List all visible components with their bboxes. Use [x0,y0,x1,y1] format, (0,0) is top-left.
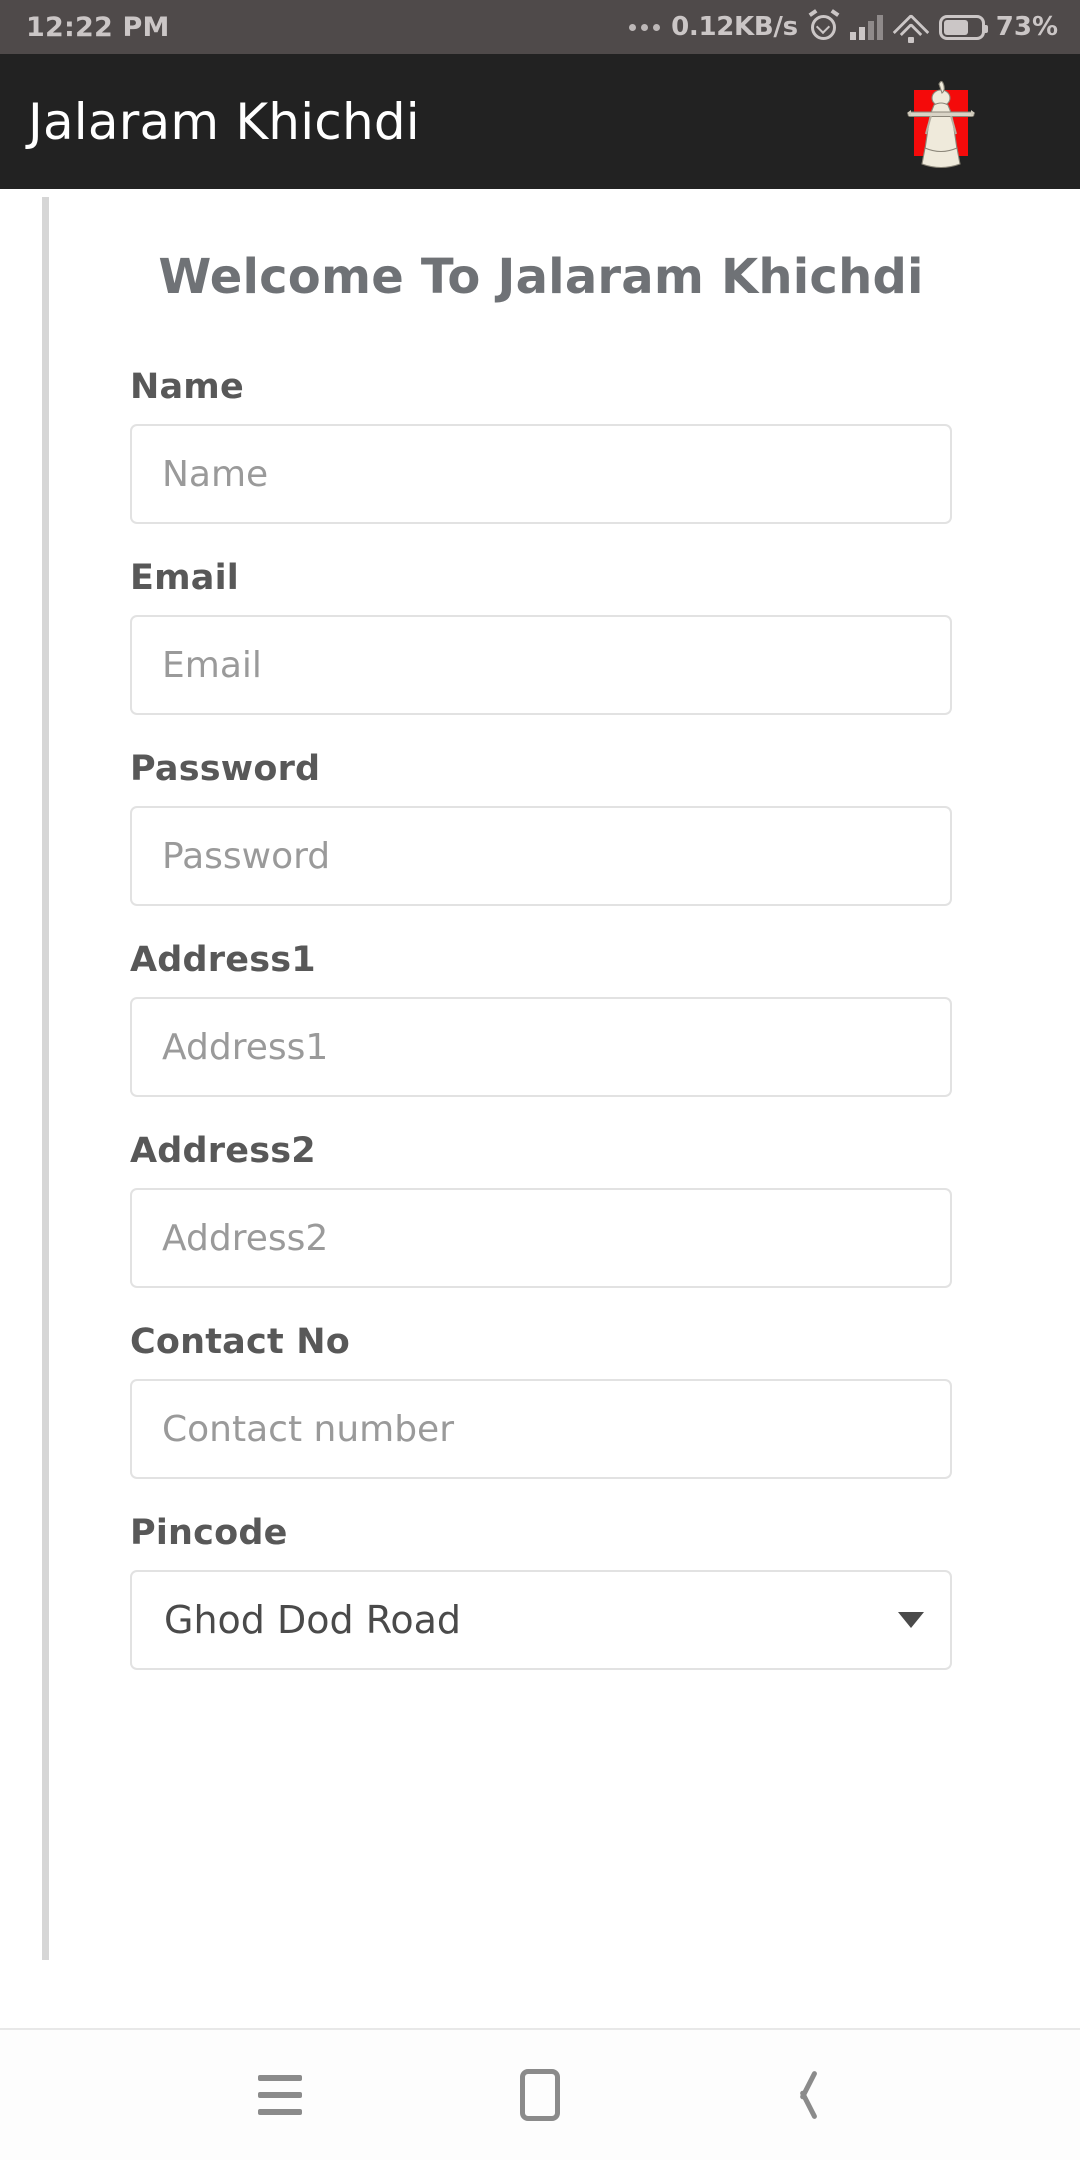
recents-button[interactable] [225,2040,335,2150]
app-title: Jalaram Khichdi [28,92,420,151]
battery-percent-text: 73% [995,12,1058,42]
field-pincode: Pincode Ghod Dod Road [130,1513,952,1670]
content-area: Welcome To Jalaram Khichdi Name Email Pa… [0,189,1080,2030]
field-address2: Address2 [130,1131,952,1288]
jalaram-bapa-logo-icon [906,72,976,172]
password-input[interactable] [130,806,952,906]
home-icon [520,2069,560,2121]
field-name: Name [130,367,952,524]
pincode-select-shell: Ghod Dod Road [130,1570,952,1670]
phone-screen: 12:22 PM 0.12KB/s 73% Jalaram Khichdi We… [0,0,1080,2160]
wifi-icon [892,13,930,51]
address1-input[interactable] [130,997,952,1097]
recents-icon [258,2075,302,2115]
field-contact-no: Contact No [130,1322,952,1479]
battery-icon [938,14,988,40]
field-email: Email [130,558,952,715]
label-contact-no: Contact No [130,1322,350,1362]
field-address1: Address1 [130,940,952,1097]
status-time: 12:22 PM [26,11,170,43]
registration-form: Welcome To Jalaram Khichdi Name Email Pa… [0,189,1080,1704]
page-title: Welcome To Jalaram Khichdi [158,249,924,305]
signal-icon [849,14,883,40]
back-icon [786,2070,814,2120]
app-bar: Jalaram Khichdi [0,54,1080,189]
back-button[interactable] [745,2040,855,2150]
status-bar: 12:22 PM 0.12KB/s 73% [0,0,1080,54]
label-address1: Address1 [130,940,316,980]
pincode-select[interactable]: Ghod Dod Road [130,1570,952,1670]
name-input[interactable] [130,424,952,524]
network-speed-text: 0.12KB/s [671,12,798,42]
label-address2: Address2 [130,1131,316,1171]
address2-input[interactable] [130,1188,952,1288]
label-pincode: Pincode [130,1513,288,1553]
home-button[interactable] [485,2040,595,2150]
field-password: Password [130,749,952,906]
contact-no-input[interactable] [130,1379,952,1479]
alarm-icon [808,9,840,42]
content-bottom-divider [0,2028,1080,2030]
label-password: Password [130,749,321,789]
label-name: Name [130,367,244,407]
status-icons: 0.12KB/s 73% [629,9,1058,51]
system-navigation-bar [0,2030,1080,2160]
email-input[interactable] [130,615,952,715]
more-dots-icon [629,23,661,31]
label-email: Email [130,558,239,598]
